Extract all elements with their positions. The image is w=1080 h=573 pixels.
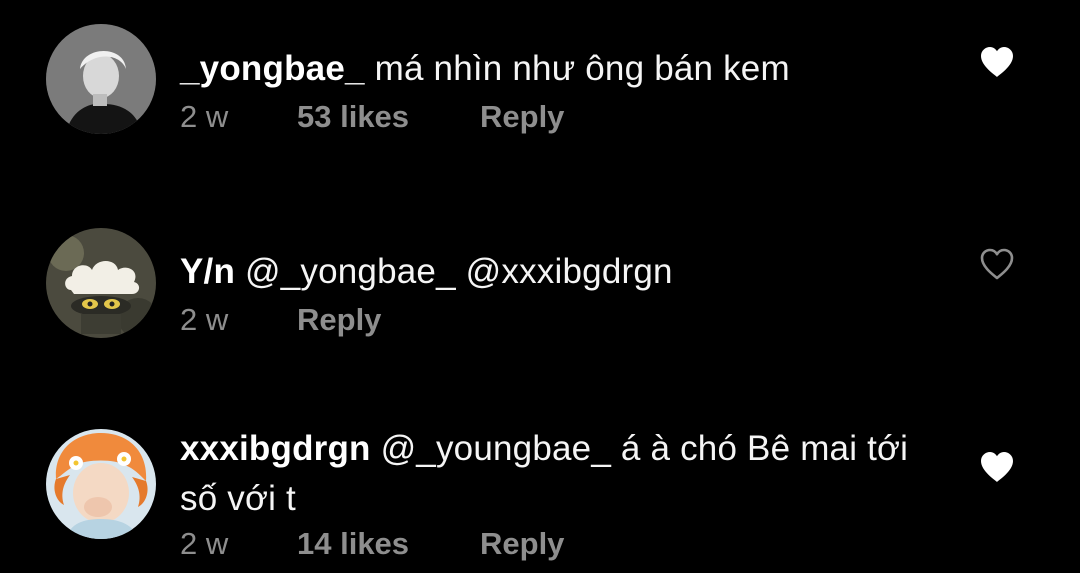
reply-button[interactable]: Reply xyxy=(297,300,381,340)
comment-username[interactable]: _yongbae_ xyxy=(180,49,365,88)
comment-item: Y/n @_yongbae_ @xxxibgdrgn 2 w Reply xyxy=(0,180,1080,380)
like-button[interactable] xyxy=(979,45,1015,79)
reply-button[interactable]: Reply xyxy=(480,524,564,564)
comment-meta: 2 w 53 likes Reply xyxy=(180,97,564,137)
comment-text-block: _yongbae_ má nhìn như ông bán kem xyxy=(180,44,940,94)
avatar-grayscale-portrait-icon xyxy=(46,24,156,134)
comment-meta: 2 w 14 likes Reply xyxy=(180,524,564,564)
comment-time: 2 w xyxy=(180,302,229,337)
avatar[interactable] xyxy=(46,429,156,539)
comment-time: 2 w xyxy=(180,526,229,561)
comment-text: @_yongbae_ @xxxibgdrgn xyxy=(245,252,673,291)
comment-text-block: xxxibgdrgn @_youngbae_ á à chó Bê mai tớ… xyxy=(180,424,940,524)
heart-filled-icon xyxy=(981,47,1013,77)
comment-meta: 2 w Reply xyxy=(180,300,381,340)
avatar-orange-hair-flowers-icon xyxy=(46,429,156,539)
like-button[interactable] xyxy=(979,450,1015,484)
comment-text-block: Y/n @_yongbae_ @xxxibgdrgn xyxy=(180,247,940,297)
comment-text: má nhìn như ông bán kem xyxy=(374,49,790,88)
comment-item: xxxibgdrgn @_youngbae_ á à chó Bê mai tớ… xyxy=(0,380,1080,573)
avatar[interactable] xyxy=(46,24,156,134)
comment-time: 2 w xyxy=(180,99,229,134)
reply-button[interactable]: Reply xyxy=(480,97,564,137)
like-button[interactable] xyxy=(979,247,1015,281)
comment-username[interactable]: xxxibgdrgn xyxy=(180,429,371,468)
avatar[interactable] xyxy=(46,228,156,338)
avatar-cloud-character-icon xyxy=(46,228,156,338)
heart-filled-icon xyxy=(981,452,1013,482)
heart-outline-icon xyxy=(980,248,1014,280)
comment-likes[interactable]: 14 likes xyxy=(297,524,480,564)
comment-likes[interactable]: 53 likes xyxy=(297,97,480,137)
comment-username[interactable]: Y/n xyxy=(180,252,235,291)
comment-item: _yongbae_ má nhìn như ông bán kem 2 w 53 … xyxy=(0,0,1080,180)
